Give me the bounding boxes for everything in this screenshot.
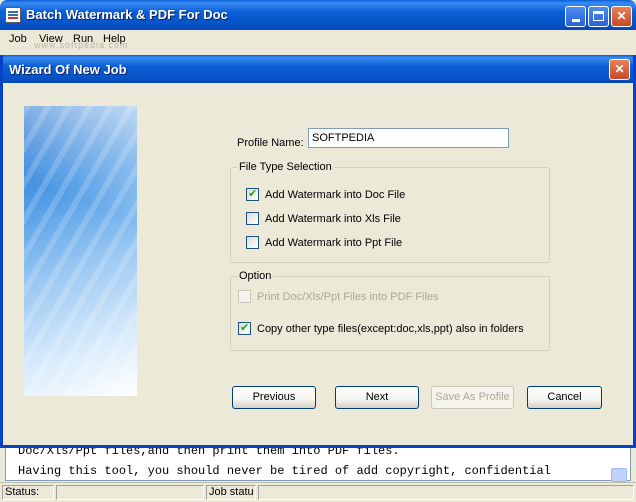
profile-name-input[interactable] [308,128,509,148]
next-button[interactable]: Next [335,386,419,409]
option-legend: Option [237,270,274,282]
status-label: Status: [2,485,54,500]
app-icon [5,7,21,23]
doc-file-checkbox[interactable] [246,187,259,201]
minimize-icon [571,19,580,22]
dialog-close-button[interactable]: ✕ [609,59,630,80]
save-as-profile-button: Save As Profile [431,386,514,409]
file-type-selection-legend: File Type Selection [237,161,334,173]
job-status-label: Job statu [206,485,256,500]
maximize-icon [593,11,604,21]
copy-other-files-checkbox[interactable] [238,321,251,335]
menu-job[interactable]: Job [9,33,27,45]
file-type-selection-group: File Type Selection Add Watermark into D… [230,161,550,263]
xls-file-option[interactable]: Add Watermark into Xls File [246,212,401,225]
doc-file-label: Add Watermark into Doc File [265,188,406,201]
document-line: Having this tool, you should never be ti… [18,464,551,478]
softpedia-watermark: www.softpedia.com [34,40,129,50]
dialog-title: Wizard Of New Job [9,62,127,77]
doc-file-option[interactable]: Add Watermark into Doc File [246,187,406,201]
maximize-button[interactable] [588,6,609,27]
copy-other-files-option[interactable]: Copy other type files(except:doc,xls,ppt… [238,321,524,335]
cancel-button[interactable]: Cancel [527,386,602,409]
document-text-area[interactable]: Doc/Xls/Ppt files,and then print them in… [5,448,631,481]
print-pdf-checkbox [238,290,251,303]
document-line: Doc/Xls/Ppt files,and then print them in… [18,448,400,458]
wizard-dialog: Wizard Of New Job ✕ Profile Name: File T… [0,55,636,448]
ppt-file-label: Add Watermark into Ppt File [265,236,403,249]
previous-button[interactable]: Previous [232,386,316,409]
status-value [56,485,204,500]
print-pdf-label: Print Doc/Xls/Ppt Files into PDF Files [257,290,439,303]
close-icon: ✕ [614,62,625,76]
close-icon: ✕ [616,9,627,23]
xls-file-label: Add Watermark into Xls File [265,212,401,225]
window-title: Batch Watermark & PDF For Doc [26,7,228,22]
dialog-titlebar[interactable]: Wizard Of New Job ✕ [3,55,633,83]
minimize-button[interactable] [565,6,586,27]
window-titlebar[interactable]: Batch Watermark & PDF For Doc ✕ [0,0,636,30]
print-pdf-option: Print Doc/Xls/Ppt Files into PDF Files [238,290,439,303]
ppt-file-checkbox[interactable] [246,236,259,249]
status-bar: Status: Job statu [0,482,636,502]
job-status-value [258,485,634,500]
application-window: Batch Watermark & PDF For Doc ✕ Job View… [0,0,636,502]
ppt-file-option[interactable]: Add Watermark into Ppt File [246,236,402,249]
wizard-banner-image [24,106,137,396]
xls-file-checkbox[interactable] [246,212,259,225]
close-button[interactable]: ✕ [611,6,632,27]
copy-other-files-label: Copy other type files(except:doc,xls,ppt… [257,322,524,335]
scroll-down-button[interactable] [611,468,627,482]
option-group: Option Print Doc/Xls/Ppt Files into PDF … [230,270,550,351]
profile-name-label: Profile Name: [237,137,304,149]
